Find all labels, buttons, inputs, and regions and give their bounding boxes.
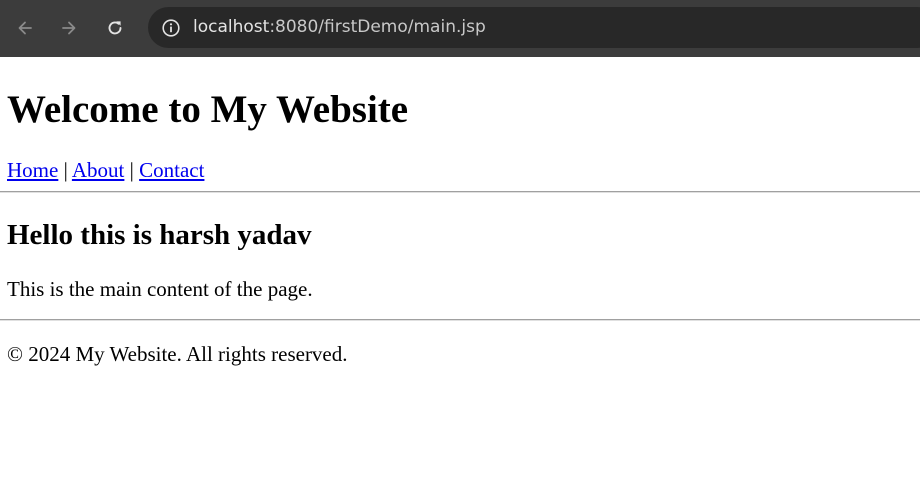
nav-separator: | — [63, 158, 68, 182]
nav-link-contact[interactable]: Contact — [139, 158, 204, 182]
main-heading: Hello this is harsh yadav — [7, 219, 312, 251]
arrow-right-icon — [62, 21, 76, 35]
reload-button[interactable] — [100, 13, 130, 43]
reload-icon — [108, 21, 122, 35]
url-path: :8080/firstDemo/main.jsp — [269, 17, 486, 37]
site-info-button[interactable] — [156, 13, 185, 42]
address-bar[interactable]: localhost:8080/firstDemo/main.jsp — [148, 7, 920, 48]
forward-button[interactable] — [54, 13, 84, 43]
page-content: Welcome to My Website Home | About | Con… — [0, 57, 920, 495]
nav-separator: | — [129, 158, 134, 182]
url-text[interactable]: localhost:8080/firstDemo/main.jsp — [193, 17, 486, 38]
site-nav: Home | About | Contact — [7, 158, 204, 182]
nav-link-home[interactable]: Home — [7, 158, 58, 182]
browser-toolbar: localhost:8080/firstDemo/main.jsp — [0, 0, 920, 57]
divider — [0, 191, 920, 193]
info-icon — [161, 18, 180, 37]
url-host: localhost — [193, 17, 270, 37]
back-button[interactable] — [10, 13, 40, 43]
arrow-left-icon — [18, 21, 32, 35]
page-title: Welcome to My Website — [7, 88, 409, 131]
divider — [0, 319, 920, 321]
nav-link-about[interactable]: About — [72, 158, 125, 182]
footer-text: © 2024 My Website. All rights reserved. — [7, 342, 348, 366]
main-content-text: This is the main content of the page. — [7, 277, 313, 301]
